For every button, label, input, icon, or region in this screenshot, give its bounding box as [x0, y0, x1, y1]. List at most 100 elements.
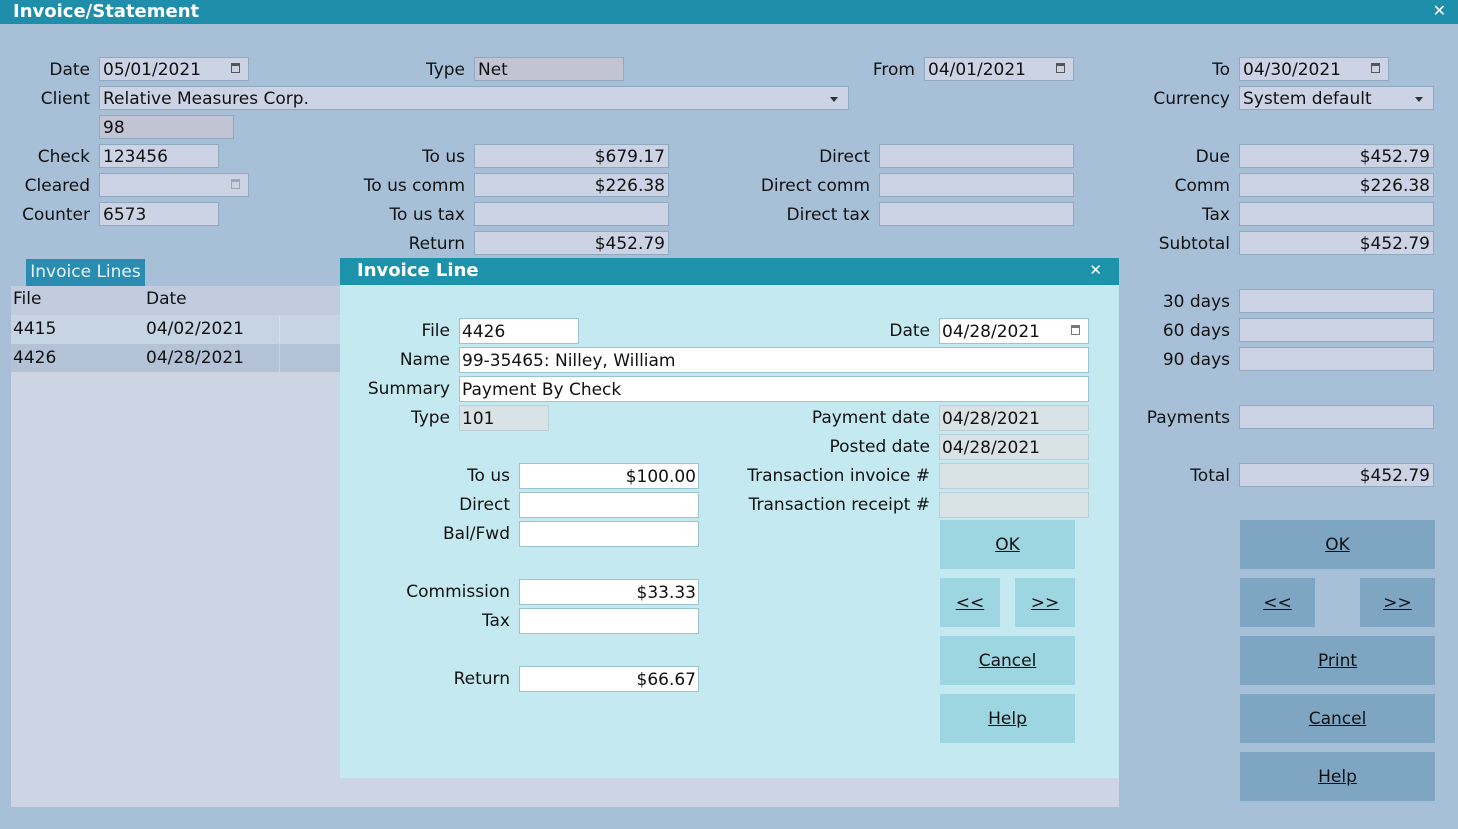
dlg-posted-date-field: 04/28/2021: [939, 434, 1089, 460]
chevron-down-icon[interactable]: [830, 97, 838, 102]
dlg-summary-field[interactable]: Payment By Check: [459, 376, 1089, 402]
dlg-file-field[interactable]: 4426: [459, 318, 579, 344]
table-row[interactable]: 4415 04/02/2021: [11, 315, 341, 343]
table-row[interactable]: 4426 04/28/2021: [11, 344, 341, 372]
dlg-help-button[interactable]: Help: [940, 694, 1075, 743]
to-us-tax-label: To us tax: [389, 205, 465, 225]
comm-field[interactable]: $226.38: [1239, 173, 1434, 197]
dlg-balfwd-label: Bal/Fwd: [442, 524, 510, 544]
help-button[interactable]: Help: [1240, 752, 1435, 801]
direct-tax-field[interactable]: [879, 202, 1074, 226]
dlg-to-us-field[interactable]: $100.00: [519, 463, 699, 489]
date-label: Date: [49, 60, 90, 80]
dlg-payment-date-field: 04/28/2021: [939, 405, 1089, 431]
to-us-tax-field[interactable]: [474, 202, 669, 226]
dlg-to-us-label: To us: [467, 466, 510, 486]
calendar-icon[interactable]: [231, 178, 240, 189]
dlg-payment-date-label: Payment date: [811, 408, 930, 428]
dlg-date-value: 04/28/2021: [942, 322, 1040, 342]
to-us-label: To us: [422, 147, 465, 167]
cleared-label: Cleared: [24, 176, 90, 196]
dlg-posted-date-label: Posted date: [829, 437, 930, 457]
to-us-comm-field[interactable]: $226.38: [474, 173, 669, 197]
payments-label: Payments: [1146, 408, 1230, 428]
30-days-label: 30 days: [1162, 292, 1230, 312]
dlg-txn-invoice-field: [939, 463, 1089, 489]
date-field[interactable]: 05/01/2021: [99, 57, 249, 81]
to-field[interactable]: 04/30/2021: [1239, 57, 1389, 81]
from-field[interactable]: 04/01/2021: [924, 57, 1074, 81]
dlg-prev-button[interactable]: <<: [940, 578, 1000, 627]
ok-button[interactable]: OK: [1240, 520, 1435, 569]
window-titlebar: Invoice/Statement ✕: [0, 0, 1458, 24]
dlg-ok-button[interactable]: OK: [940, 520, 1075, 569]
client-select[interactable]: Relative Measures Corp.: [99, 86, 849, 110]
dlg-cancel-button[interactable]: Cancel: [940, 636, 1075, 685]
counter-field[interactable]: 6573: [99, 202, 219, 226]
calendar-icon[interactable]: [1371, 62, 1380, 73]
dlg-next-button[interactable]: >>: [1015, 578, 1075, 627]
check-field[interactable]: 123456: [99, 144, 219, 168]
dlg-tax-field[interactable]: [519, 608, 699, 634]
print-button[interactable]: Print: [1240, 636, 1435, 685]
calendar-icon[interactable]: [1071, 324, 1080, 335]
dlg-return-field[interactable]: $66.67: [519, 666, 699, 692]
calendar-icon[interactable]: [1056, 62, 1065, 73]
dlg-date-field[interactable]: 04/28/2021: [939, 318, 1089, 344]
subtotal-label: Subtotal: [1158, 234, 1230, 254]
direct-tax-label: Direct tax: [786, 205, 870, 225]
check-label: Check: [37, 147, 90, 167]
direct-label: Direct: [819, 147, 870, 167]
window-title: Invoice/Statement: [13, 1, 200, 22]
prev-button[interactable]: <<: [1240, 578, 1315, 627]
date-value: 05/01/2021: [103, 60, 201, 80]
direct-comm-field[interactable]: [879, 173, 1074, 197]
tax-field[interactable]: [1239, 202, 1434, 226]
next-button[interactable]: >>: [1360, 578, 1435, 627]
90-days-field[interactable]: [1239, 347, 1434, 371]
row-date: 04/02/2021: [146, 319, 244, 339]
total-field[interactable]: $452.79: [1239, 463, 1434, 487]
client-id-field: 98: [99, 115, 234, 139]
60-days-field[interactable]: [1239, 318, 1434, 342]
to-us-comm-label: To us comm: [363, 176, 465, 196]
dlg-commission-label: Commission: [406, 582, 510, 602]
payments-field[interactable]: [1239, 405, 1434, 429]
currency-value: System default: [1243, 89, 1372, 109]
column-header-file[interactable]: File: [13, 289, 41, 309]
type-field: Net: [474, 57, 624, 81]
to-us-field[interactable]: $679.17: [474, 144, 669, 168]
calendar-icon[interactable]: [231, 62, 240, 73]
cleared-field[interactable]: [99, 173, 249, 197]
dlg-commission-field[interactable]: $33.33: [519, 579, 699, 605]
close-icon[interactable]: ✕: [1089, 261, 1102, 279]
type-label: Type: [425, 60, 465, 80]
column-divider: [279, 344, 280, 372]
30-days-field[interactable]: [1239, 289, 1434, 313]
dlg-name-label: Name: [399, 350, 450, 370]
from-value: 04/01/2021: [928, 60, 1026, 80]
currency-select[interactable]: System default: [1239, 86, 1434, 110]
dlg-name-field[interactable]: 99-35465: Nilley, William: [459, 347, 1089, 373]
tab-invoice-lines[interactable]: Invoice Lines: [26, 259, 145, 286]
return-field[interactable]: $452.79: [474, 231, 669, 255]
subtotal-field[interactable]: $452.79: [1239, 231, 1434, 255]
dlg-file-label: File: [421, 321, 450, 341]
dlg-direct-field[interactable]: [519, 492, 699, 518]
due-field[interactable]: $452.79: [1239, 144, 1434, 168]
to-value: 04/30/2021: [1243, 60, 1341, 80]
dlg-balfwd-field[interactable]: [519, 521, 699, 547]
dlg-type-field: 101: [459, 405, 549, 431]
column-header-date[interactable]: Date: [146, 289, 187, 309]
total-label: Total: [1190, 466, 1230, 486]
chevron-down-icon[interactable]: [1415, 97, 1423, 102]
dlg-date-label: Date: [889, 321, 930, 341]
cancel-button[interactable]: Cancel: [1240, 694, 1435, 743]
dlg-direct-label: Direct: [459, 495, 510, 515]
comm-label: Comm: [1174, 176, 1230, 196]
close-icon[interactable]: ✕: [1433, 1, 1446, 20]
direct-field[interactable]: [879, 144, 1074, 168]
dlg-txn-invoice-label: Transaction invoice #: [747, 466, 930, 486]
grid-header: File Date: [11, 286, 341, 315]
tax-label: Tax: [1201, 205, 1230, 225]
